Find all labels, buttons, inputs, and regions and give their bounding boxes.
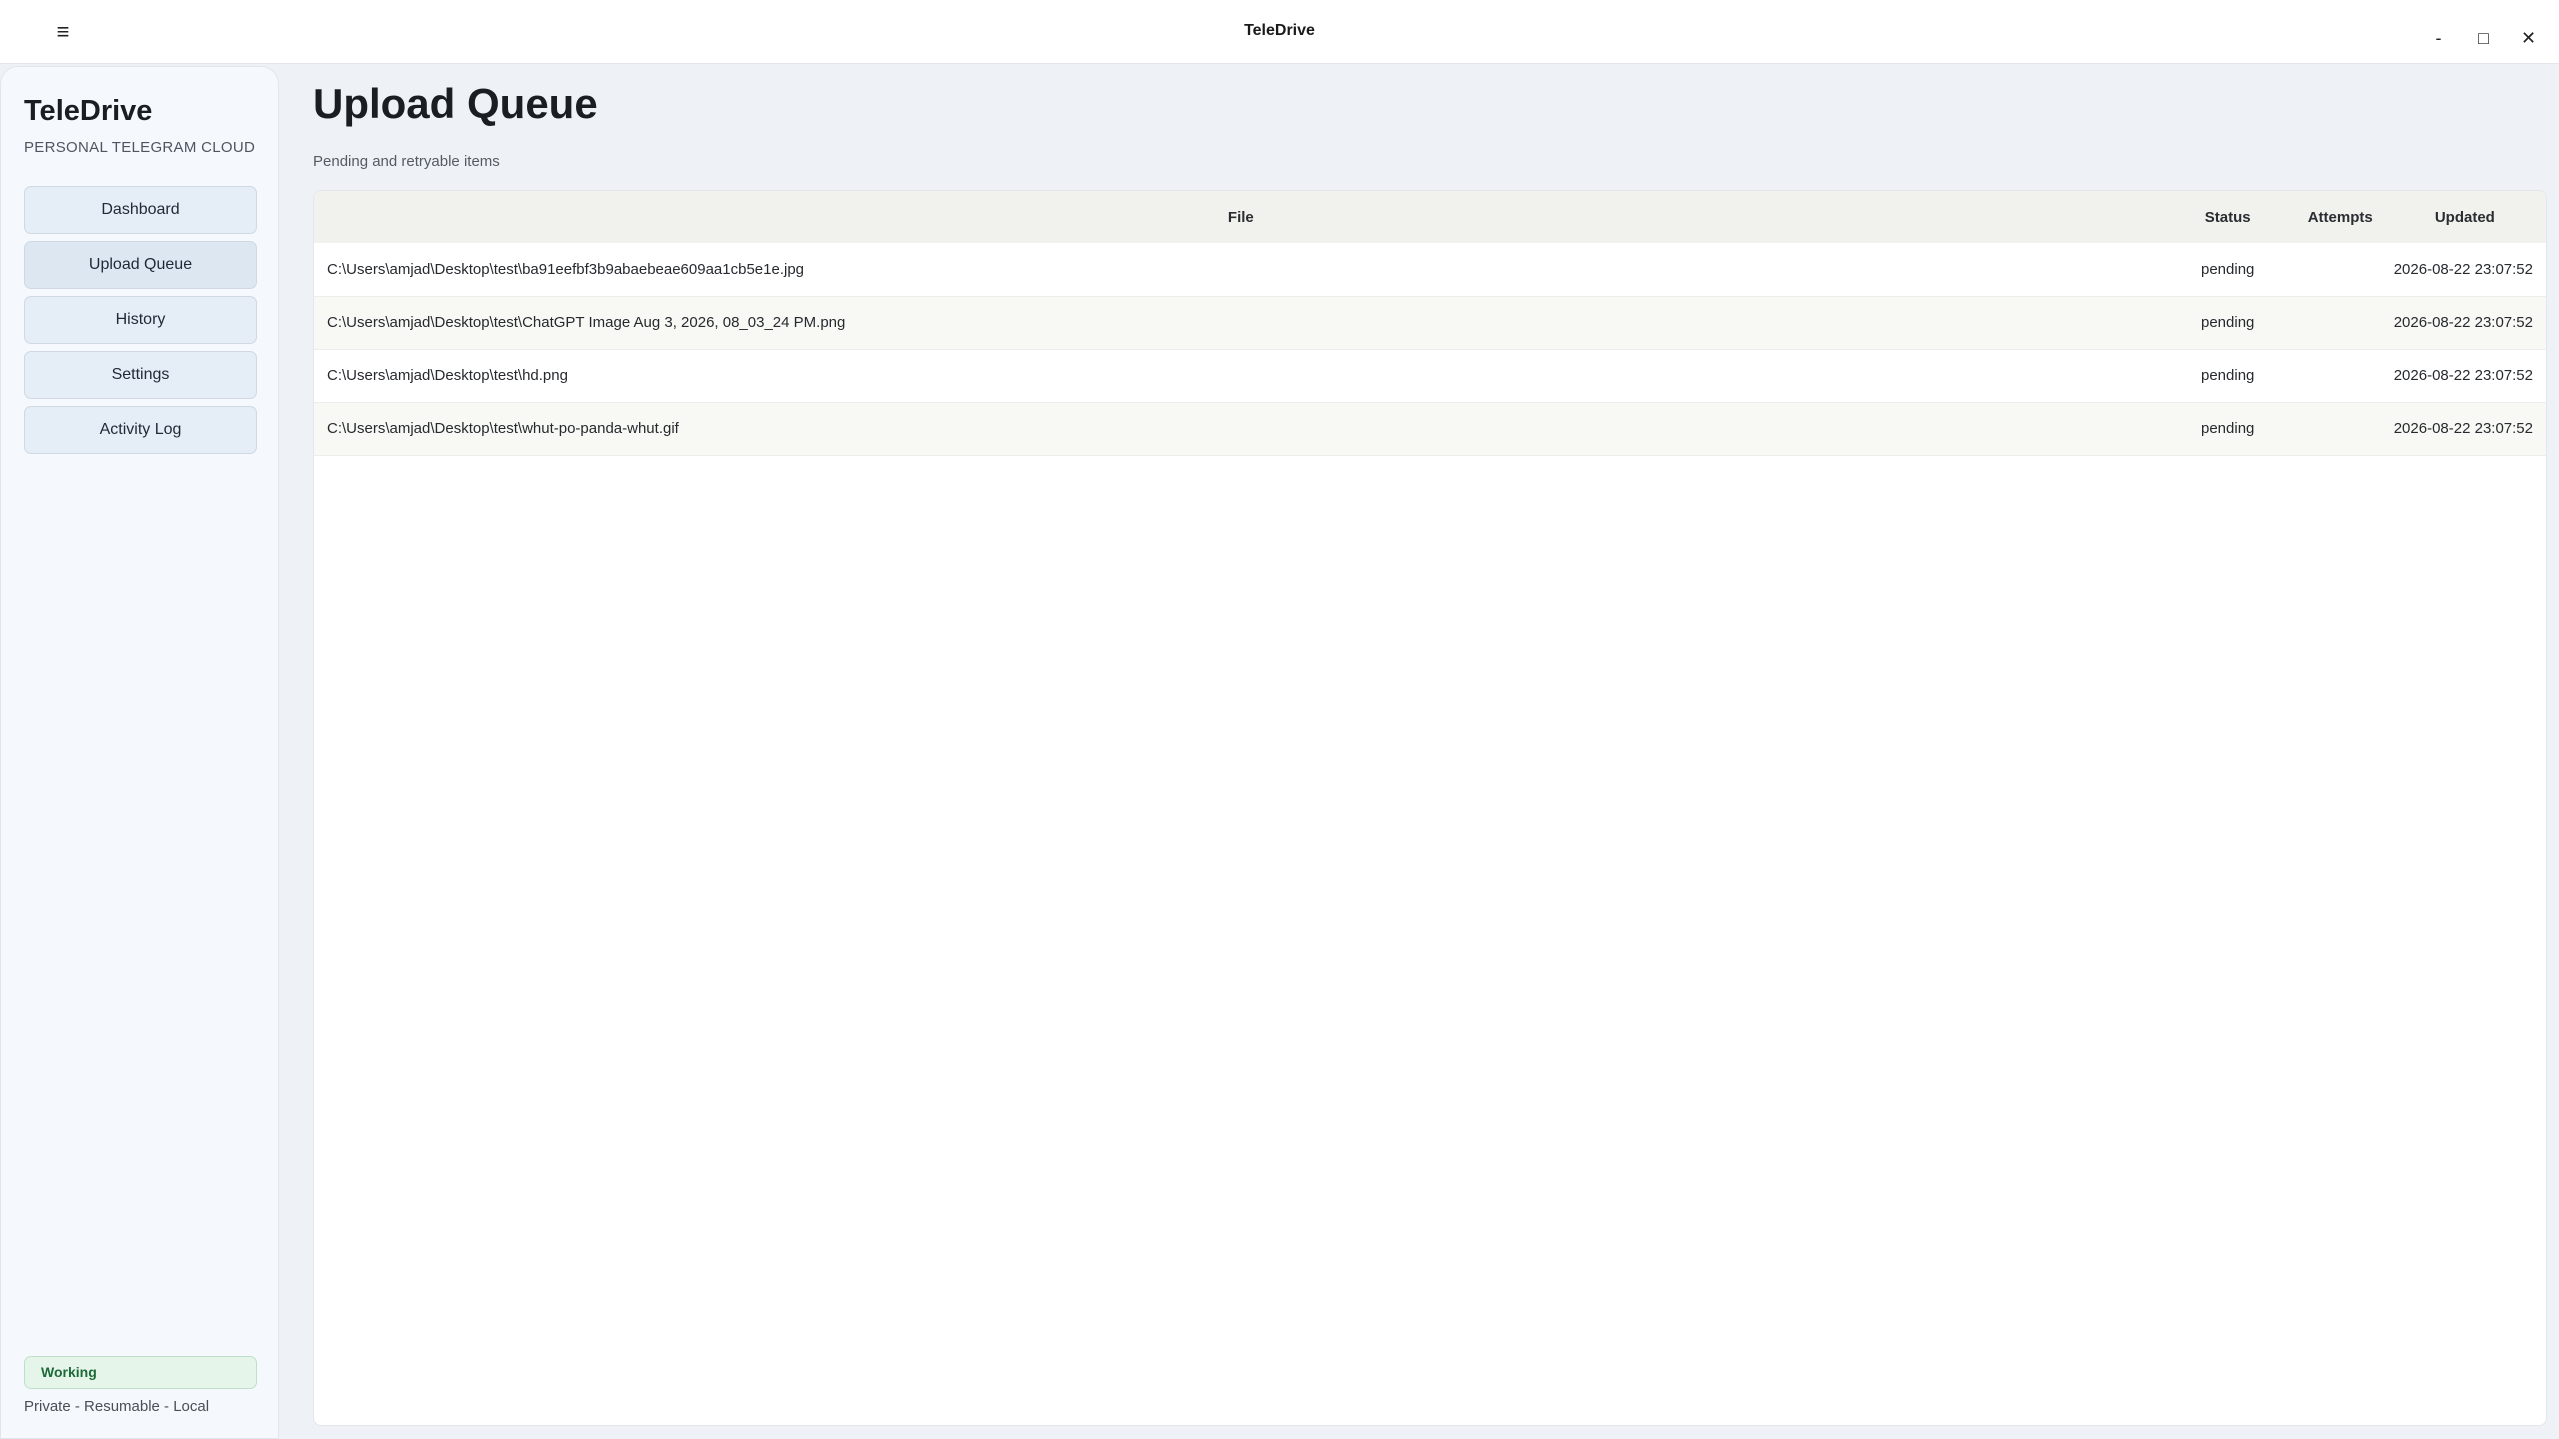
cell-status: pending [2201,260,2255,278]
cell-updated: 2026-08-22 23:07:52 [2393,314,2533,331]
column-header-attempts[interactable]: Attempts [2288,191,2393,243]
minimize-button[interactable]: - [2416,20,2461,56]
cell-file: C:\Users\amjad\Desktop\test\hd.png [327,367,568,384]
title-bar: ≡ TeleDrive - □ ✕ [0,0,2559,64]
cell-updated: 2026-08-22 23:07:52 [2393,367,2533,384]
sidebar-footer-note: Private - Resumable - Local [24,1398,210,1415]
table-row[interactable]: C:\Users\amjad\Desktop\test\ba91eefbf3b9… [314,243,2546,296]
sidebar-item-activity-log[interactable]: Activity Log [24,406,257,454]
table-row[interactable]: C:\Users\amjad\Desktop\test\ChatGPT Imag… [314,296,2546,349]
sidebar-item-upload-queue[interactable]: Upload Queue [24,241,257,289]
brand-name: TeleDrive [24,95,153,127]
cell-updated: 2026-08-22 23:07:52 [2393,260,2533,278]
sidebar-item-history[interactable]: History [24,296,257,344]
upload-queue-table-card: File Status Attempts Updated C:\Users\am… [313,190,2547,1426]
cell-file: C:\Users\amjad\Desktop\test\whut-po-pand… [327,420,679,437]
sidebar-nav: Dashboard Upload Queue History Settings … [24,186,257,454]
sidebar-item-settings[interactable]: Settings [24,351,257,399]
cell-attempts [2288,296,2393,349]
cell-file: C:\Users\amjad\Desktop\test\ba91eefbf3b9… [327,260,805,278]
table-header-row: File Status Attempts Updated [314,191,2546,243]
column-header-status[interactable]: Status [2168,191,2288,243]
cell-file: C:\Users\amjad\Desktop\test\ChatGPT Imag… [327,314,846,331]
upload-queue-table: File Status Attempts Updated C:\Users\am… [314,191,2546,456]
page-title: Upload Queue [313,80,598,127]
table-header: File Status Attempts Updated [314,191,2546,243]
close-button[interactable]: ✕ [2506,20,2551,56]
sidebar: TeleDrive PERSONAL TELEGRAM CLOUD Dashbo… [0,66,279,1439]
cell-status: pending [2201,367,2255,384]
brand-tagline: PERSONAL TELEGRAM CLOUD [24,139,256,156]
maximize-button[interactable]: □ [2461,20,2506,56]
cell-attempts [2288,349,2393,402]
status-badge: Working [24,1356,257,1389]
table-row[interactable]: C:\Users\amjad\Desktop\test\hd.png pendi… [314,349,2546,402]
column-header-updated[interactable]: Updated [2393,191,2546,243]
window-controls: - □ ✕ [2416,20,2551,56]
cell-status: pending [2201,420,2255,437]
table-body: C:\Users\amjad\Desktop\test\ba91eefbf3b9… [314,243,2546,455]
column-header-file[interactable]: File [314,191,2168,243]
cell-attempts [2288,243,2393,296]
table-row[interactable]: C:\Users\amjad\Desktop\test\whut-po-pand… [314,402,2546,455]
sidebar-item-dashboard[interactable]: Dashboard [24,186,257,234]
cell-updated: 2026-08-22 23:07:52 [2393,420,2533,437]
window-title: TeleDrive [1244,22,1315,39]
page-subtitle: Pending and retryable items [313,153,500,170]
cell-attempts [2288,402,2393,455]
cell-status: pending [2201,314,2255,331]
